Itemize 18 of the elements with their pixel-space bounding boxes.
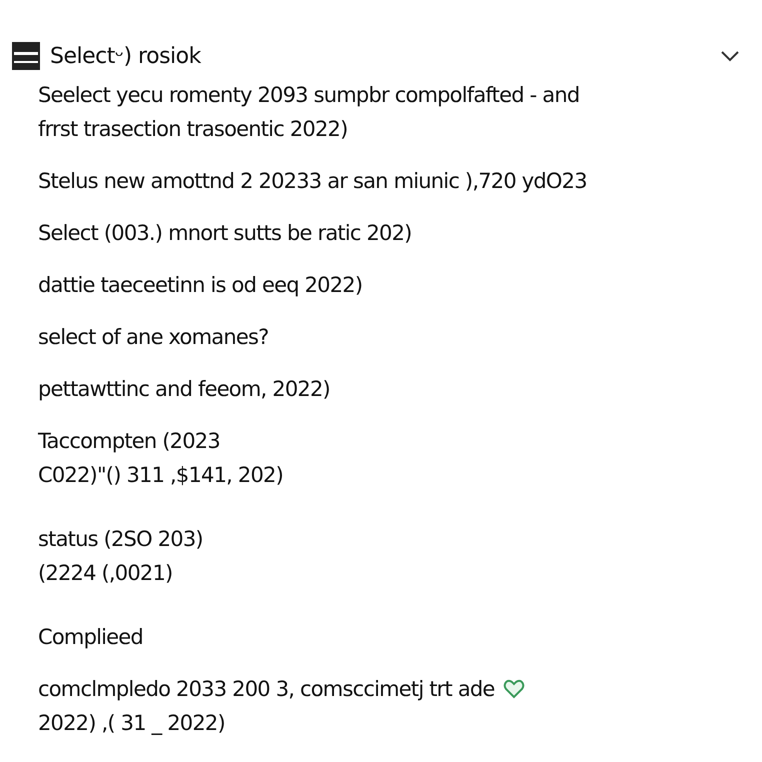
text-line: 2022) ,( 31 _ 2022) [38, 710, 226, 737]
text-line: C022)"() 311 ,$141, 202) [38, 462, 284, 489]
text-line: status (2SO 203) [38, 526, 204, 553]
text-line: dattie taeceetinn is od eeq 2022) [38, 272, 364, 299]
dropdown-title: Selectᵕ) rosiok [50, 42, 201, 70]
text-line: Seelect yecu romenty 2093 sumpbr compolfafted - and [38, 82, 580, 109]
text-line: comclmpledo 2033 200 3, comsccimetj trt ade [38, 676, 495, 703]
text-line: Select (003.) mnort sutts be ratic 202) [38, 220, 413, 247]
text-line: pettawttinc and feeom, 2022) [38, 376, 331, 403]
text-line: Stelus new amottnd 2 20233 ar san miunic ),720 ydO23 [38, 168, 588, 195]
heart-icon [502, 679, 525, 699]
section-heading: Complieed [38, 624, 144, 651]
text-line: frrst trasection trasoentic 2022) [38, 116, 348, 143]
menu-icon[interactable] [10, 40, 42, 72]
text-line: select of ane xomanes? [38, 324, 270, 351]
text-line: (2224 (,0021) [38, 560, 174, 587]
text-line: Taccompten (2023 [38, 428, 221, 455]
chevron-down-icon[interactable] [720, 49, 740, 63]
